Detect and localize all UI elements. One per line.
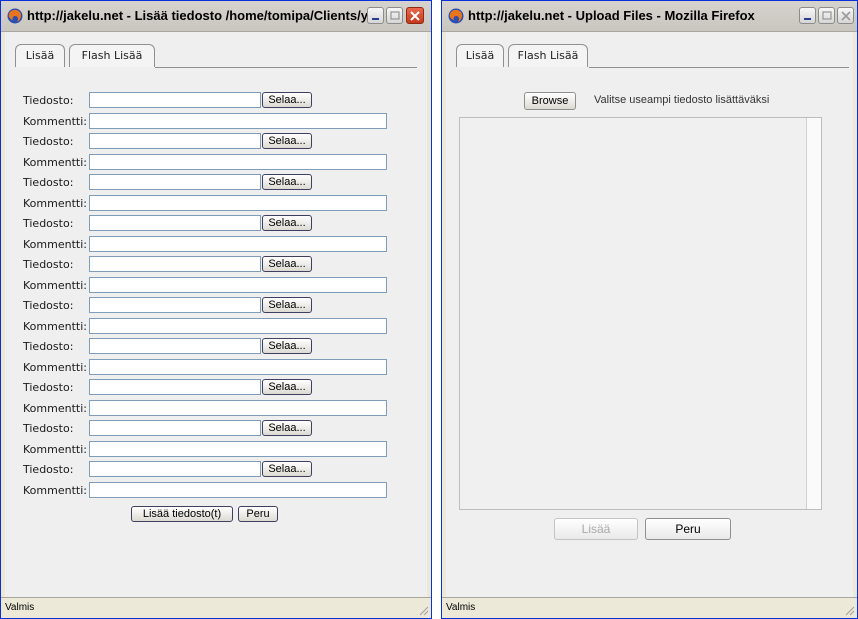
comment-label: Kommentti: — [23, 279, 87, 292]
file-label: Tiedosto: — [23, 340, 74, 353]
comment-input[interactable] — [89, 113, 387, 129]
title-bar[interactable]: http://jakelu.net - Lisää tiedosto /home… — [1, 1, 431, 32]
add-button[interactable]: Lisää — [554, 518, 638, 540]
status-text: Valmis — [446, 602, 476, 613]
browse-file-button[interactable]: Selaa... — [262, 174, 312, 190]
maximize-icon[interactable] — [386, 7, 403, 24]
browse-file-button[interactable]: Selaa... — [262, 133, 312, 149]
tab-divider — [589, 67, 849, 68]
file-label: Tiedosto: — [23, 176, 74, 189]
comment-input[interactable] — [89, 441, 387, 457]
file-path-input[interactable] — [89, 379, 261, 395]
comment-label: Kommentti: — [23, 320, 87, 333]
file-path-input[interactable] — [89, 215, 261, 231]
file-path-input[interactable] — [89, 338, 261, 354]
file-path-input[interactable] — [89, 461, 261, 477]
cancel-button[interactable]: Peru — [645, 518, 731, 540]
window-title: http://jakelu.net - Lisää tiedosto /home… — [27, 8, 378, 23]
page-content: Lisää Flash Lisää Tiedosto: Selaa... Komme… — [5, 32, 427, 597]
file-list-scrollbar[interactable] — [806, 118, 821, 509]
comment-label: Kommentti: — [23, 443, 87, 456]
file-path-input[interactable] — [89, 174, 261, 190]
file-list[interactable] — [459, 117, 822, 510]
file-path-input[interactable] — [89, 420, 261, 436]
minimize-icon[interactable] — [367, 7, 384, 24]
browse-button[interactable]: Browse — [524, 92, 576, 110]
comment-label: Kommentti: — [23, 361, 87, 374]
file-label: Tiedosto: — [23, 422, 74, 435]
comment-label: Kommentti: — [23, 156, 87, 169]
file-label: Tiedosto: — [23, 135, 74, 148]
file-label: Tiedosto: — [23, 258, 74, 271]
firefox-icon — [7, 8, 23, 24]
upload-window-right: http://jakelu.net - Upload Files - Mozil… — [441, 0, 858, 619]
comment-label: Kommentti: — [23, 402, 87, 415]
status-bar: Valmis — [442, 597, 857, 618]
comment-input[interactable] — [89, 318, 387, 334]
browse-file-button[interactable]: Selaa... — [262, 297, 312, 313]
browse-file-button[interactable]: Selaa... — [262, 338, 312, 354]
file-label: Tiedosto: — [23, 217, 74, 230]
file-label: Tiedosto: — [23, 299, 74, 312]
tab-lisaa[interactable]: Lisää — [15, 44, 65, 67]
hint-text: Valitse useampi tiedosto lisättäväksi — [594, 94, 770, 106]
comment-label: Kommentti: — [23, 115, 87, 128]
tab-flash-lisaa[interactable]: Flash Lisää — [508, 44, 588, 67]
comment-input[interactable] — [89, 359, 387, 375]
close-icon[interactable] — [837, 7, 854, 24]
browse-file-button[interactable]: Selaa... — [262, 215, 312, 231]
window-title: http://jakelu.net - Upload Files - Mozil… — [468, 8, 755, 23]
cancel-button[interactable]: Peru — [238, 506, 278, 522]
comment-input[interactable] — [89, 236, 387, 252]
close-icon[interactable] — [406, 7, 424, 24]
file-label: Tiedosto: — [23, 463, 74, 476]
file-path-input[interactable] — [89, 297, 261, 313]
file-path-input[interactable] — [89, 256, 261, 272]
firefox-icon — [448, 8, 464, 24]
browse-file-button[interactable]: Selaa... — [262, 420, 312, 436]
file-path-input[interactable] — [89, 133, 261, 149]
title-bar[interactable]: http://jakelu.net - Upload Files - Mozil… — [442, 1, 857, 32]
tab-lisaa[interactable]: Lisää — [456, 44, 504, 67]
comment-label: Kommentti: — [23, 238, 87, 251]
status-bar: Valmis — [1, 597, 431, 618]
file-path-input[interactable] — [89, 92, 261, 108]
resize-grip-icon[interactable] — [843, 604, 855, 616]
comment-input[interactable] — [89, 400, 387, 416]
minimize-icon[interactable] — [799, 7, 816, 24]
comment-input[interactable] — [89, 195, 387, 211]
browse-file-button[interactable]: Selaa... — [262, 92, 312, 108]
comment-input[interactable] — [89, 482, 387, 498]
upload-window-left: http://jakelu.net - Lisää tiedosto /home… — [0, 0, 432, 619]
tab-divider — [155, 67, 417, 68]
browse-file-button[interactable]: Selaa... — [262, 379, 312, 395]
resize-grip-icon[interactable] — [417, 604, 429, 616]
comment-label: Kommentti: — [23, 484, 87, 497]
maximize-icon[interactable] — [818, 7, 835, 24]
browse-file-button[interactable]: Selaa... — [262, 256, 312, 272]
page-content: Lisää Flash Lisää Browse Valitse useampi… — [446, 32, 853, 597]
browse-file-button[interactable]: Selaa... — [262, 461, 312, 477]
tab-flash-lisaa[interactable]: Flash Lisää — [69, 44, 155, 67]
file-label: Tiedosto: — [23, 94, 74, 107]
comment-label: Kommentti: — [23, 197, 87, 210]
file-label: Tiedosto: — [23, 381, 74, 394]
comment-input[interactable] — [89, 277, 387, 293]
submit-files-button[interactable]: Lisää tiedosto(t) — [131, 506, 233, 522]
status-text: Valmis — [5, 602, 35, 613]
comment-input[interactable] — [89, 154, 387, 170]
